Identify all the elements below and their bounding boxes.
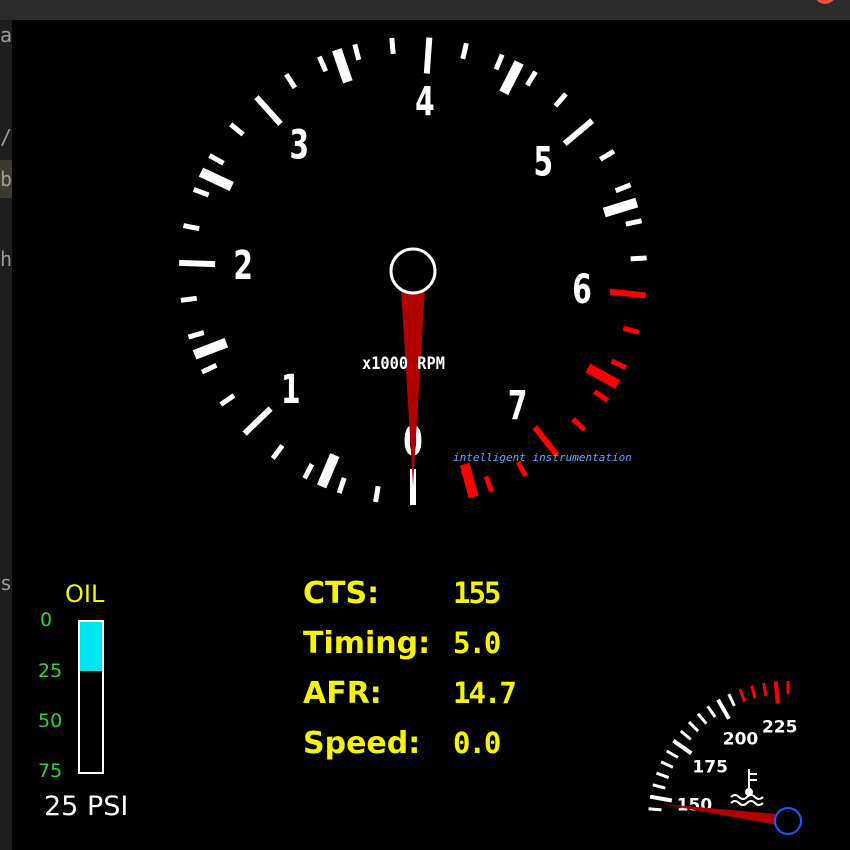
coolant-gauge-tick [648, 807, 662, 812]
coolant-gauge-tick [762, 682, 768, 697]
coolant-temperature-icon [730, 769, 764, 806]
coolant-gauge-tick [666, 749, 679, 759]
coolant-gauge-ticks [648, 681, 790, 812]
coolant-gauge-tick [655, 771, 670, 779]
coolant-gauge-needle-hub [774, 807, 802, 835]
coolant-temperature-gauge: 150 175 200225 [648, 681, 802, 835]
coolant-gauge-tick [706, 705, 717, 718]
coolant-gauge-tick [687, 720, 700, 733]
coolant-gauge-tick [750, 685, 757, 699]
coolant-gauge-tick [652, 783, 666, 790]
coolant-gauge-tick [727, 693, 736, 707]
coolant-gauge-tick [672, 739, 693, 755]
coolant-gauge-tick [738, 688, 746, 703]
coolant-gauge-tick [649, 794, 673, 803]
coolant-gauge-label: 175 [692, 758, 728, 778]
coolant-gauge-tick [773, 681, 780, 704]
coolant-gauge-label: 200 [723, 730, 759, 750]
coolant-gauge-label: 150 [677, 796, 713, 816]
coolant-gauge-tick [696, 712, 708, 725]
coolant-gauge-tick [679, 729, 692, 741]
coolant-gauge-label: 225 [762, 717, 798, 737]
coolant-gauge-tick [716, 698, 731, 720]
coolant-gauge-tick [660, 760, 674, 769]
